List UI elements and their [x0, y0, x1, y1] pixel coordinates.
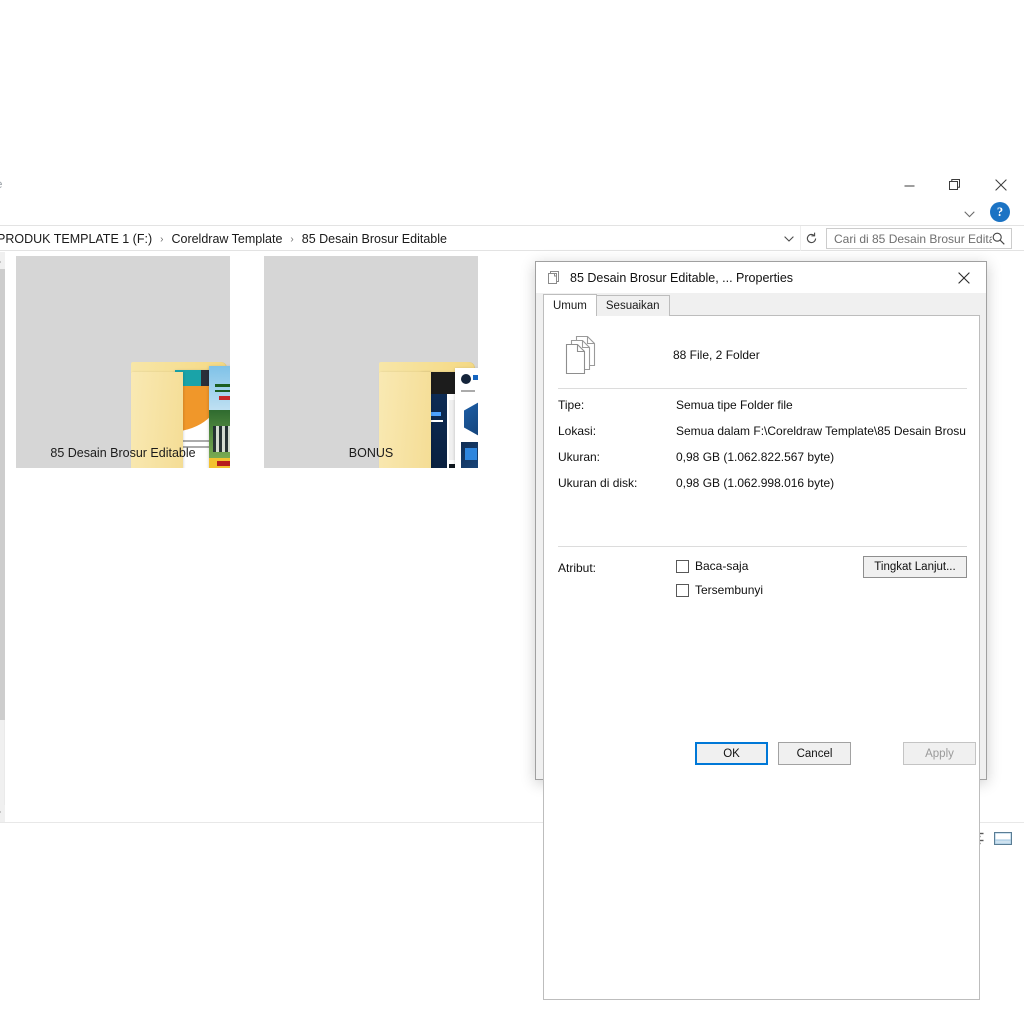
file-count-summary: 88 File, 2 Folder	[673, 348, 760, 362]
restore-button[interactable]	[932, 170, 978, 200]
property-row-tipe: Tipe: Semua tipe Folder file	[558, 398, 967, 424]
checkbox-box[interactable]	[676, 560, 689, 573]
dialog-footer: OK Cancel Apply	[536, 731, 986, 779]
list-item-label: 85 Desain Brosur Editable	[16, 446, 230, 460]
property-key: Lokasi:	[558, 424, 676, 438]
list-item-label: BONUS	[264, 446, 478, 460]
search-icon	[992, 232, 1011, 245]
breadcrumb-item-drive[interactable]: PRODUK TEMPLATE 1 (F:)	[0, 232, 155, 246]
tab-label: Umum	[553, 300, 587, 312]
property-row-ukuran: Ukuran: 0,98 GB (1.062.822.567 byte)	[558, 450, 967, 476]
address-history-dropdown[interactable]	[778, 226, 800, 251]
scroll-up-icon[interactable]	[0, 252, 5, 269]
navigation-pane-scrollbar[interactable]	[0, 252, 5, 822]
checkbox-label: Tersembunyi	[695, 583, 763, 597]
dialog-tabs: Umum Sesuaikan	[543, 295, 669, 316]
file-list: 85 Desain Brosur Editable	[16, 256, 478, 468]
property-value: Semua tipe Folder file	[676, 398, 793, 412]
tab-label: Sesuaikan	[606, 300, 660, 312]
expand-ribbon-button[interactable]	[958, 204, 980, 224]
multiple-files-icon	[546, 270, 562, 286]
folder-thumbnail-85-desain-brosur-editable[interactable]: 85 Desain Brosur Editable	[16, 256, 230, 468]
apply-button[interactable]: Apply	[903, 742, 976, 765]
stacked-documents-icon	[563, 335, 599, 375]
properties-dialog: 85 Desain Brosur Editable, ... Propertie…	[535, 261, 987, 780]
large-icons-view-icon[interactable]	[993, 829, 1012, 848]
property-key: Ukuran di disk:	[558, 476, 676, 490]
dialog-title: 85 Desain Brosur Editable, ... Propertie…	[570, 271, 793, 285]
close-icon[interactable]	[942, 262, 986, 293]
divider	[558, 388, 967, 389]
property-row-lokasi: Lokasi: Semua dalam F:\Coreldraw Templat…	[558, 424, 967, 450]
search-placeholder: Cari di 85 Desain Brosur Edita...	[827, 232, 992, 246]
property-key: Tipe:	[558, 398, 676, 412]
search-input[interactable]: Cari di 85 Desain Brosur Edita...	[826, 228, 1012, 249]
checkbox-label: Baca-saja	[695, 559, 748, 573]
ok-button[interactable]: OK	[695, 742, 768, 765]
breadcrumb-separator-icon: ›	[285, 234, 298, 245]
tab-panel-umum: 88 File, 2 Folder Tipe: Semua tipe Folde…	[543, 315, 980, 1000]
checkbox-tersembunyi[interactable]: Tersembunyi	[676, 583, 763, 597]
scrollbar-thumb[interactable]	[0, 269, 5, 720]
attributes-label: Atribut:	[558, 561, 596, 575]
minimize-button[interactable]	[886, 170, 932, 200]
address-bar-row: PRODUK TEMPLATE 1 (F:) › Coreldraw Templ…	[0, 225, 1024, 251]
breadcrumb-item-coreldraw-template[interactable]: Coreldraw Template	[168, 232, 285, 246]
close-button[interactable]	[978, 170, 1024, 200]
help-icon: ?	[997, 205, 1003, 220]
dialog-title-bar: 85 Desain Brosur Editable, ... Propertie…	[536, 262, 986, 293]
cancel-button[interactable]: Cancel	[778, 742, 851, 765]
divider	[558, 546, 967, 547]
tab-sesuaikan[interactable]: Sesuaikan	[596, 295, 670, 316]
scroll-down-icon[interactable]	[0, 805, 5, 822]
window-title-bar: e ?	[0, 168, 1024, 198]
summary-row: 88 File, 2 Folder	[558, 328, 967, 382]
ribbon-tab-cut-off[interactable]: e	[0, 179, 3, 191]
checkbox-box[interactable]	[676, 584, 689, 597]
property-key: Ukuran:	[558, 450, 676, 464]
refresh-button[interactable]	[800, 226, 822, 251]
list-item[interactable]: 85 Desain Brosur Editable	[16, 256, 230, 468]
breadcrumb-item-current-folder[interactable]: 85 Desain Brosur Editable	[299, 232, 450, 246]
property-value: 0,98 GB (1.062.822.567 byte)	[676, 450, 834, 464]
breadcrumb-separator-icon: ›	[155, 234, 168, 245]
help-button[interactable]: ?	[990, 202, 1010, 222]
advanced-button[interactable]: Tingkat Lanjut...	[863, 556, 967, 578]
folder-thumbnail-bonus[interactable]: BONUS	[264, 256, 478, 468]
window-controls	[886, 168, 1024, 202]
property-value: 0,98 GB (1.062.998.016 byte)	[676, 476, 834, 490]
property-value: Semua dalam F:\Coreldraw Template\85 Des…	[676, 424, 966, 438]
property-row-ukuran-di-disk: Ukuran di disk: 0,98 GB (1.062.998.016 b…	[558, 476, 967, 502]
breadcrumb: PRODUK TEMPLATE 1 (F:) › Coreldraw Templ…	[0, 226, 450, 252]
checkbox-baca-saja[interactable]: Baca-saja	[676, 559, 748, 573]
properties-list: Tipe: Semua tipe Folder file Lokasi: Sem…	[558, 398, 967, 502]
tab-umum[interactable]: Umum	[543, 294, 597, 316]
list-item[interactable]: BONUS	[264, 256, 478, 468]
